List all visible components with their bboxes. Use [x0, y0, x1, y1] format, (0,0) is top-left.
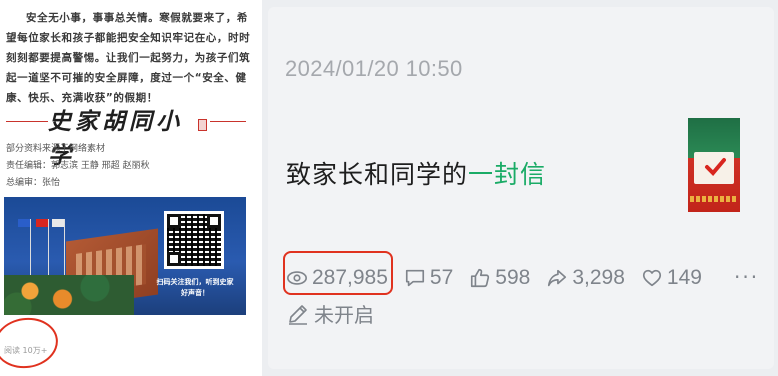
- screenshot: 安全无小事，事事总关情。寒假就要来了，希望每位家长和孩子都能把安全知识牢记在心，…: [0, 0, 778, 376]
- qr-code[interactable]: [164, 211, 224, 269]
- thumbs-up-icon: [471, 268, 490, 288]
- likes-stat[interactable]: 598: [469, 266, 530, 290]
- post-title[interactable]: 致家长和同学的一封信: [286, 155, 546, 191]
- stats-row: 287,985 57 598 3,298 149: [286, 260, 718, 296]
- post-title-main: 致家长和同学的: [286, 160, 469, 189]
- flag: [18, 219, 30, 227]
- qr-caption: 扫码关注我们，听到史家好声音！: [156, 278, 234, 297]
- checkmark-icon: [705, 158, 726, 176]
- comments-count: 57: [429, 266, 454, 289]
- share-icon: [548, 269, 567, 287]
- eye-icon: [287, 271, 307, 285]
- comment-status-label: 未开启: [314, 303, 374, 327]
- qr-finder: [167, 252, 181, 266]
- credit-source: 部分资料来源于网络素材: [6, 144, 106, 154]
- post-timestamp: 2024/01/20 10:50: [285, 56, 463, 81]
- credit-chief-editor: 总编审：张怡: [6, 178, 61, 188]
- views-count: 287,985: [312, 266, 388, 289]
- divider-left: [6, 121, 48, 122]
- divider-right: [210, 121, 246, 122]
- article-preview: 安全无小事，事事总关情。寒假就要来了，希望每位家长和孩子都能把安全知识牢记在心，…: [0, 0, 262, 376]
- heart-icon: [642, 269, 661, 287]
- post-thumbnail[interactable]: [688, 118, 740, 212]
- likes-count: 598: [495, 266, 531, 289]
- shares-stat[interactable]: 3,298: [546, 266, 625, 290]
- shares-count: 3,298: [572, 266, 625, 289]
- flag-pole: [30, 219, 31, 279]
- qr-pattern: [167, 214, 221, 266]
- comment-status[interactable]: 未开启: [286, 299, 374, 328]
- flag: [52, 219, 64, 227]
- flag-pole: [64, 219, 65, 279]
- post-stats-card[interactable]: 2024/01/20 10:50 致家长和同学的一封信 287,985 57 5…: [268, 7, 774, 369]
- flag-pole: [48, 219, 49, 279]
- favorites-count: 149: [666, 266, 702, 289]
- seal-stamp: [198, 119, 207, 131]
- comment-icon: [405, 269, 424, 287]
- flower-bed: [4, 275, 134, 315]
- article-body: 安全无小事，事事总关情。寒假就要来了，希望每位家长和孩子都能把安全知识牢记在心，…: [6, 12, 251, 104]
- read-count: 阅读 10万+: [4, 346, 48, 355]
- school-banner-image: 扫码关注我们，听到史家好声音！: [4, 197, 246, 315]
- highlight-circle: [0, 313, 62, 373]
- credit-editors: 责任编辑：郭志滨 王静 邢超 赵丽秋: [6, 161, 150, 171]
- pen-icon: [289, 304, 307, 325]
- more-icon[interactable]: ···: [734, 265, 759, 289]
- comments-stat[interactable]: 57: [404, 266, 453, 290]
- qr-finder: [207, 214, 221, 228]
- views-stat[interactable]: 287,985: [286, 266, 388, 290]
- favorites-stat[interactable]: 149: [641, 266, 702, 290]
- thumbnail-caption-strip: [690, 196, 738, 202]
- qr-finder: [167, 214, 181, 228]
- post-title-accent: 一封信: [468, 160, 547, 189]
- flag: [36, 219, 48, 227]
